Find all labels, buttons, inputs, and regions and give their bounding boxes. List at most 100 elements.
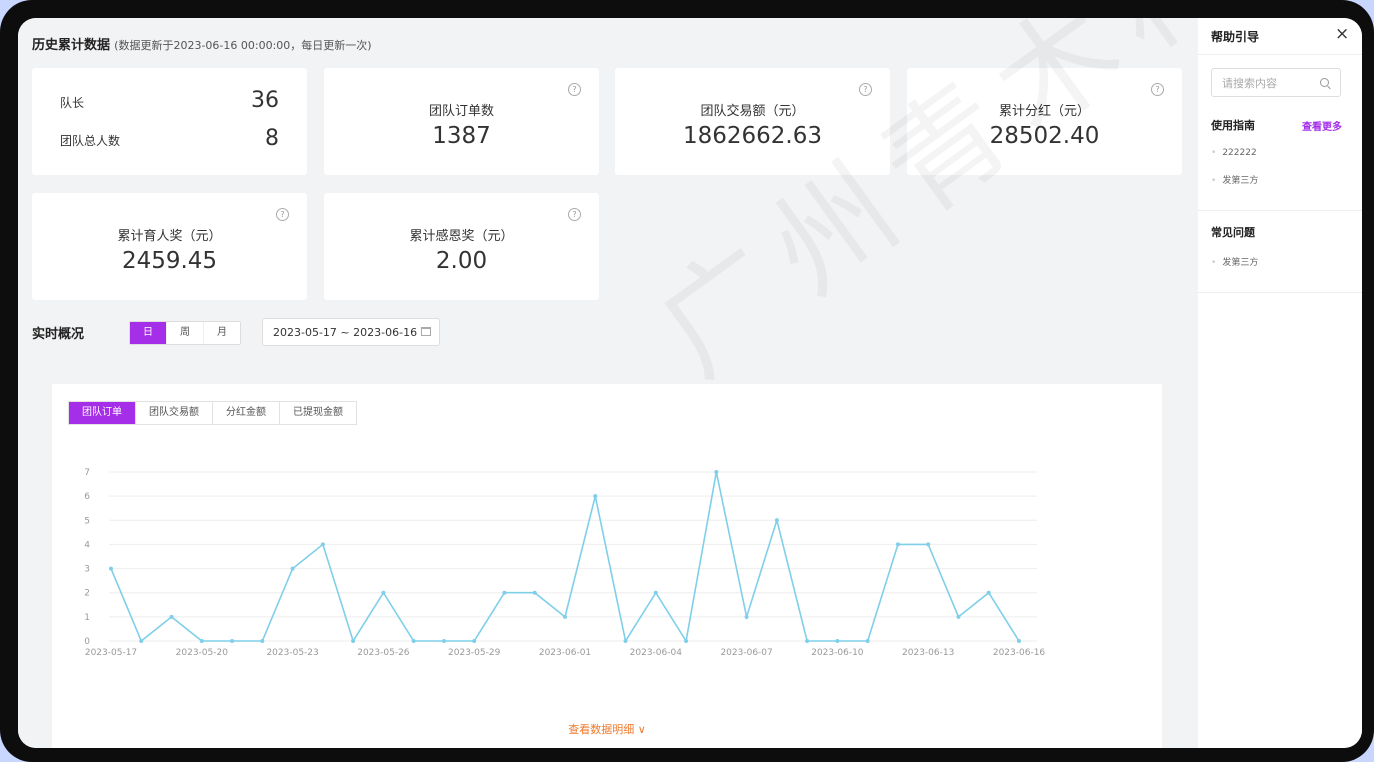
chart-panel: 团队订单 团队交易额 分红金额 已提现金额 0 1 2 3 4 5 6 7 2023-05-17… <box>52 384 1162 748</box>
nurture-award-card: ? 累计育人奖（元） 2459.45 <box>32 193 307 300</box>
page-title-text: 历史累计数据 <box>32 38 111 53</box>
y-tick-label: 1 <box>84 613 90 623</box>
x-tick-label: 2023-05-26 <box>357 648 410 658</box>
data-point <box>502 590 507 595</box>
search-icon[interactable] <box>1320 78 1329 87</box>
tab-team-orders[interactable]: 团队订单 <box>69 402 136 424</box>
data-point <box>865 639 870 643</box>
y-tick-label: 5 <box>84 516 90 526</box>
data-point <box>139 639 144 643</box>
team-trade-value: 1862662.63 <box>682 123 822 149</box>
team-orders-card: ? 团队订单数 1387 <box>324 68 599 175</box>
y-tick-label: 2 <box>84 589 90 599</box>
period-week[interactable]: 周 <box>167 322 204 344</box>
team-orders-label: 团队订单数 <box>428 104 494 119</box>
faq-title: 常见问题 <box>1211 226 1255 239</box>
x-tick-label: 2023-06-04 <box>630 648 683 658</box>
help-title: 帮助引导 <box>1211 30 1260 44</box>
team-trade-label: 团队交易额（元） <box>700 104 805 119</box>
view-data-detail-link[interactable]: 查看数据明细 ∨ <box>52 721 1162 737</box>
captain-value: 36 <box>251 88 279 113</box>
x-tick-label: 2023-05-17 <box>85 648 137 658</box>
x-tick-label: 2023-05-29 <box>448 648 501 658</box>
team-trade-card: ? 团队交易额（元） 1862662.63 <box>615 68 890 175</box>
calendar-icon <box>421 327 431 336</box>
gratitude-award-label: 累计感恩奖（元） <box>409 229 514 244</box>
data-point <box>351 639 356 643</box>
data-point <box>199 639 204 643</box>
period-month[interactable]: 月 <box>204 322 240 344</box>
data-point <box>381 590 386 595</box>
faq-item[interactable]: 发第三方 <box>1211 255 1258 268</box>
data-point <box>835 639 840 643</box>
see-more-link[interactable]: 查看更多 <box>1302 118 1342 133</box>
guide-item[interactable]: 222222 <box>1211 148 1256 158</box>
page-title: 历史累计数据 (数据更新于2023-06-16 00:00:00，每日更新一次) <box>32 34 372 53</box>
y-tick-label: 0 <box>84 637 90 647</box>
realtime-title: 实时概况 <box>32 327 85 342</box>
data-point <box>320 542 325 547</box>
main-content: 历史累计数据 (数据更新于2023-06-16 00:00:00，每日更新一次)… <box>18 18 1362 748</box>
divider <box>1198 54 1362 55</box>
divider <box>1198 210 1362 211</box>
dividend-card: ? 累计分红（元） 28502.40 <box>907 68 1182 175</box>
help-icon[interactable]: ? <box>859 83 872 96</box>
data-point <box>290 566 295 571</box>
data-point <box>169 614 174 619</box>
team-members-card: 队长 36 团队总人数 8 <box>32 68 307 175</box>
data-point <box>895 542 900 547</box>
period-day[interactable]: 日 <box>130 322 167 344</box>
x-tick-label: 2023-06-13 <box>902 648 954 658</box>
data-point <box>260 639 265 643</box>
x-tick-label: 2023-06-01 <box>539 648 591 658</box>
close-icon[interactable]: × <box>1335 24 1349 44</box>
help-sidebar: 帮助引导 × 使用指南 查看更多 222222 发第三方 常见问题 发第三方 <box>1198 18 1362 748</box>
y-tick-label: 4 <box>84 540 90 550</box>
help-icon[interactable]: ? <box>276 208 289 221</box>
update-note: (数据更新于2023-06-16 00:00:00，每日更新一次) <box>114 39 372 52</box>
data-point <box>986 590 991 595</box>
data-point <box>109 566 113 571</box>
x-tick-label: 2023-05-20 <box>176 648 229 658</box>
help-search-input[interactable] <box>1212 69 1324 98</box>
data-point <box>532 590 537 595</box>
x-tick-label: 2023-06-10 <box>811 648 864 658</box>
data-point <box>563 614 567 619</box>
data-point <box>956 614 961 619</box>
x-tick-label: 2023-06-16 <box>993 648 1046 658</box>
tab-dividend-amount[interactable]: 分红金额 <box>213 402 280 424</box>
guide-item[interactable]: 发第三方 <box>1211 173 1258 186</box>
data-point <box>926 542 931 547</box>
data-point <box>744 614 749 619</box>
nurture-award-label: 累计育人奖（元） <box>117 229 222 244</box>
help-icon[interactable]: ? <box>1151 83 1164 96</box>
tab-team-trade[interactable]: 团队交易额 <box>136 402 213 424</box>
x-tick-label: 2023-05-23 <box>266 648 318 658</box>
data-point <box>653 590 658 595</box>
chart-tabs: 团队订单 团队交易额 分红金额 已提现金额 <box>68 401 357 425</box>
captain-label: 队长 <box>60 96 85 110</box>
data-point <box>805 639 810 643</box>
data-point <box>593 494 598 499</box>
guide-title: 使用指南 <box>1211 119 1255 132</box>
x-tick-label: 2023-06-07 <box>720 648 772 658</box>
team-orders-value: 1387 <box>432 123 491 149</box>
date-range-picker[interactable]: 2023-05-17 ~ 2023-06-16 <box>262 318 440 346</box>
help-icon[interactable]: ? <box>568 83 581 96</box>
gratitude-award-card: ? 累计感恩奖（元） 2.00 <box>324 193 599 300</box>
date-range-text: 2023-05-17 ~ 2023-06-16 <box>273 326 418 339</box>
tab-withdrawn-amount[interactable]: 已提现金额 <box>280 402 356 424</box>
data-point <box>774 518 779 523</box>
data-point <box>472 639 477 643</box>
dividend-value: 28502.40 <box>989 123 1100 149</box>
y-tick-label: 6 <box>84 492 90 502</box>
gratitude-award-value: 2.00 <box>435 248 488 274</box>
data-point <box>411 639 416 643</box>
help-icon[interactable]: ? <box>568 208 581 221</box>
dividend-label: 累计分红（元） <box>998 104 1090 119</box>
nurture-award-value: 2459.45 <box>121 248 218 274</box>
y-tick-label: 3 <box>84 565 90 575</box>
team-total-value: 8 <box>265 126 279 151</box>
y-tick-label: 7 <box>84 468 90 478</box>
data-point <box>684 639 689 643</box>
